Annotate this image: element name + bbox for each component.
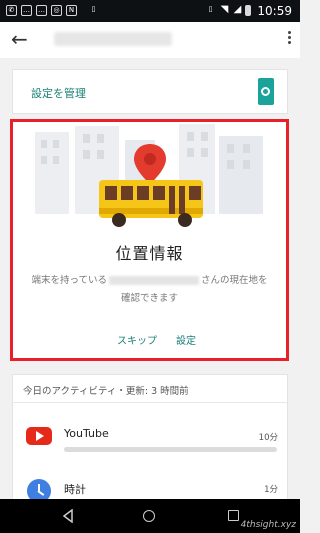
divider: [13, 402, 287, 403]
app-bar-title-blurred: [54, 32, 172, 46]
instagram-icon: ◎: [51, 5, 62, 16]
blurred-account-name: [109, 276, 199, 285]
nav-back-icon[interactable]: [62, 509, 74, 523]
more-vert-icon[interactable]: [286, 29, 292, 46]
usage-bar-youtube: [64, 447, 277, 452]
battery-icon: [245, 5, 251, 16]
location-desc-before: 端末を持っている: [31, 275, 107, 286]
manage-settings-label: 設定を管理: [31, 87, 86, 100]
arrow-left-icon[interactable]: ←: [11, 28, 28, 50]
location-card: 位置情報 端末を持っている さんの現在地を 確認できます スキップ 設定: [10, 119, 289, 361]
vibrate-icon: ▯: [208, 5, 213, 13]
location-desc-line2: 確認できます: [120, 293, 178, 304]
settings-button[interactable]: 設定: [176, 332, 196, 347]
app-name-youtube: YouTube: [64, 427, 109, 440]
nfc-icon: N: [66, 5, 77, 16]
chat-icon: …: [36, 5, 47, 16]
watermark: 4thsight.xyz: [240, 520, 296, 530]
signal-icon: ◢: [233, 4, 242, 15]
location-description: 端末を持っている さんの現在地を 確認できます: [13, 272, 286, 308]
app-time-youtube: 10分: [258, 433, 278, 443]
phone-settings-icon: [258, 78, 274, 105]
chat-icon: …: [21, 5, 32, 16]
wifi-icon: ◥: [220, 4, 229, 15]
status-time: 10:59: [257, 4, 292, 18]
mobile-data-icon: ▯: [91, 5, 96, 13]
app-name-clock: 時計: [64, 483, 86, 496]
youtube-icon: [26, 427, 52, 445]
activity-header: 今日のアクティビティ・更新: 3 時間前: [23, 386, 189, 397]
app-bar: ←: [0, 22, 300, 58]
navigation-bar: 4thsight.xyz: [0, 499, 300, 533]
location-title: 位置情報: [115, 244, 184, 263]
activity-card: 今日のアクティビティ・更新: 3 時間前 YouTube 10分 時計 1分: [12, 374, 288, 504]
app-time-clock: 1分: [264, 485, 278, 495]
nav-home-icon[interactable]: [143, 510, 155, 522]
location-desc-after: さんの現在地を: [201, 275, 268, 286]
status-bar: ✆ … … ◎ N ▯ ▯ ◥ ◢ 10:59: [0, 0, 300, 22]
manage-settings-card[interactable]: 設定を管理: [12, 69, 288, 114]
bus-with-location-pin-icon: [99, 144, 203, 227]
nav-recents-icon[interactable]: [228, 510, 239, 521]
skip-button[interactable]: スキップ: [117, 332, 157, 347]
whatsapp-icon: ✆: [6, 5, 17, 16]
